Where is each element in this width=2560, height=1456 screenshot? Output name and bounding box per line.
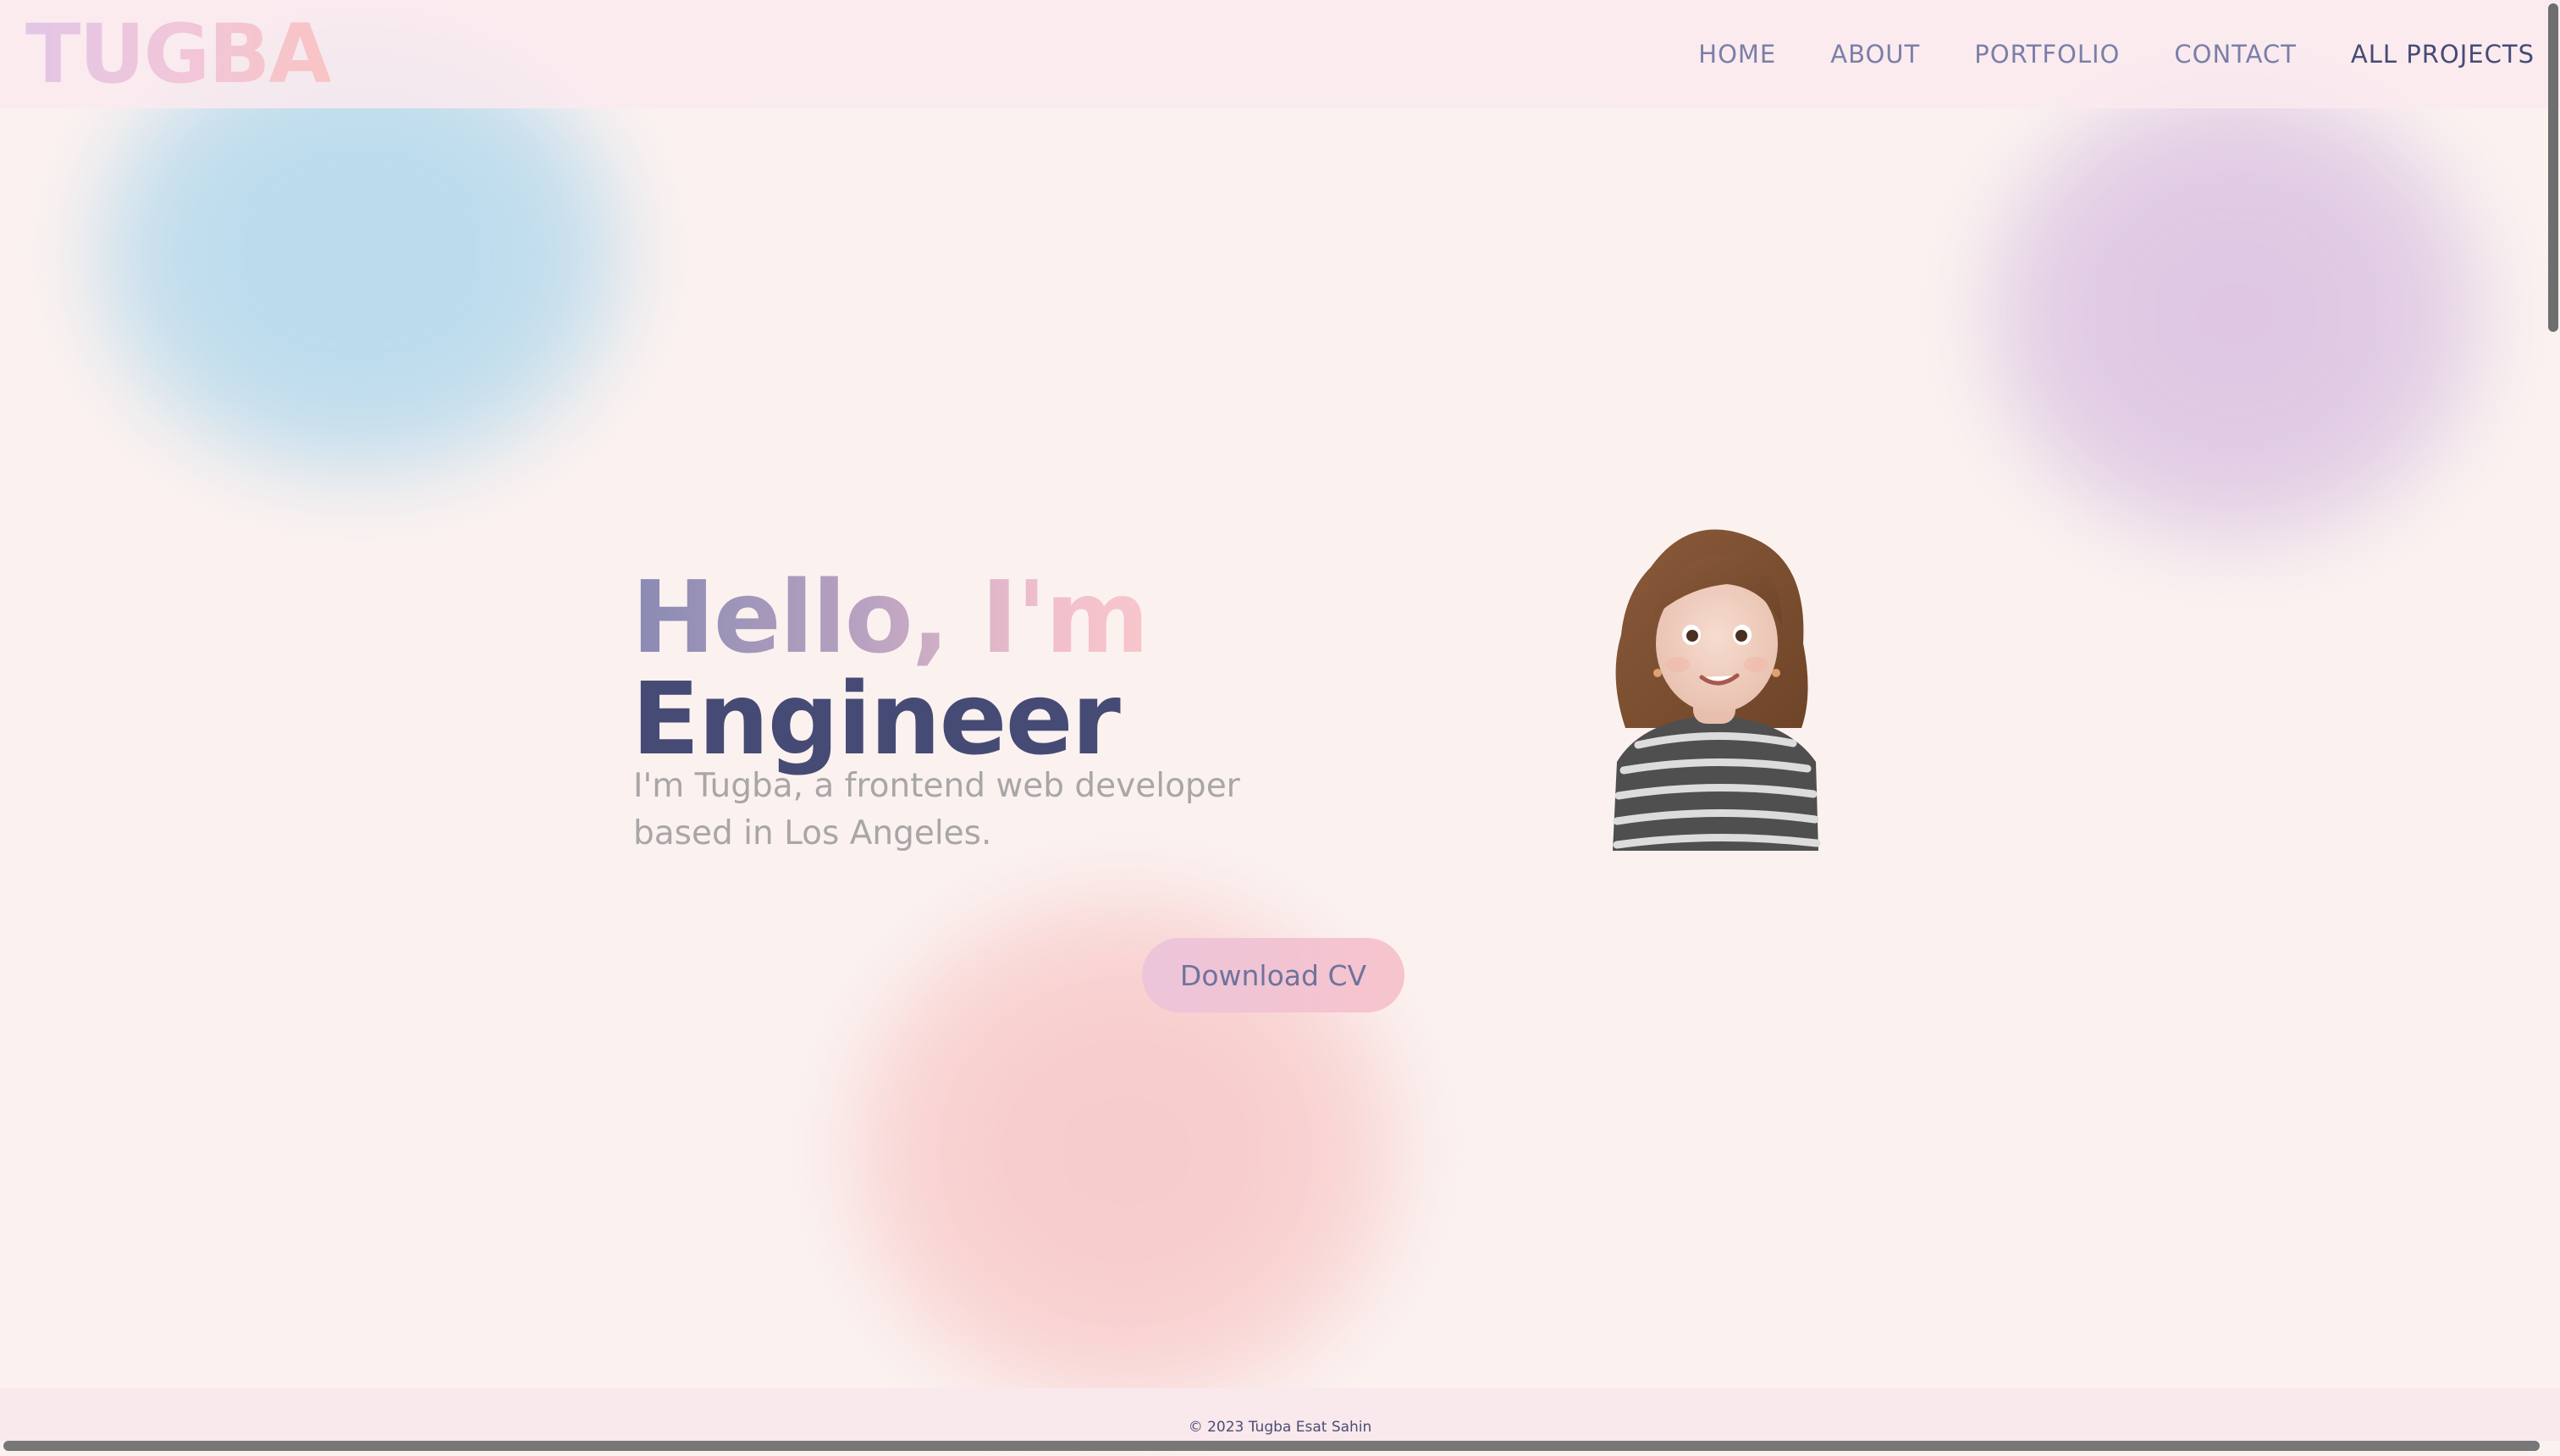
nav-item-about[interactable]: ABOUT (1830, 40, 1920, 69)
nav-item-all-projects[interactable]: ALL PROJECTS (2351, 40, 2535, 69)
site-logo[interactable]: TUGBA (25, 7, 332, 102)
hero-subtitle: I'm Tugba, a frontend web developer base… (633, 767, 1240, 852)
hero-role: Engineer (632, 660, 1121, 778)
background-blob-purple (1972, 68, 2497, 559)
site-header: TUGBA HOME ABOUT PORTFOLIO CONTACT ALL P… (0, 0, 2560, 108)
download-cv-button[interactable]: Download CV (1142, 938, 1404, 1012)
memoji-avatar-icon (1613, 529, 1821, 851)
site-footer: © 2023 Tugba Esat Sahin (0, 1388, 2560, 1441)
footer-copyright: © 2023 Tugba Esat Sahin (1188, 1419, 1372, 1436)
nav-item-portfolio[interactable]: PORTFOLIO (1974, 40, 2120, 69)
vertical-scrollbar[interactable] (2546, 0, 2560, 1448)
page: TUGBA HOME ABOUT PORTFOLIO CONTACT ALL P… (0, 0, 2560, 1456)
horizontal-scrollbar-thumb[interactable] (3, 1441, 2540, 1451)
nav-item-contact[interactable]: CONTACT (2174, 40, 2297, 69)
hero-greeting: Hello, I'm (632, 559, 1150, 676)
nav-item-home[interactable]: HOME (1698, 40, 1776, 69)
vertical-scrollbar-thumb[interactable] (2548, 3, 2558, 332)
main-nav: HOME ABOUT PORTFOLIO CONTACT ALL PROJECT… (1698, 0, 2535, 108)
